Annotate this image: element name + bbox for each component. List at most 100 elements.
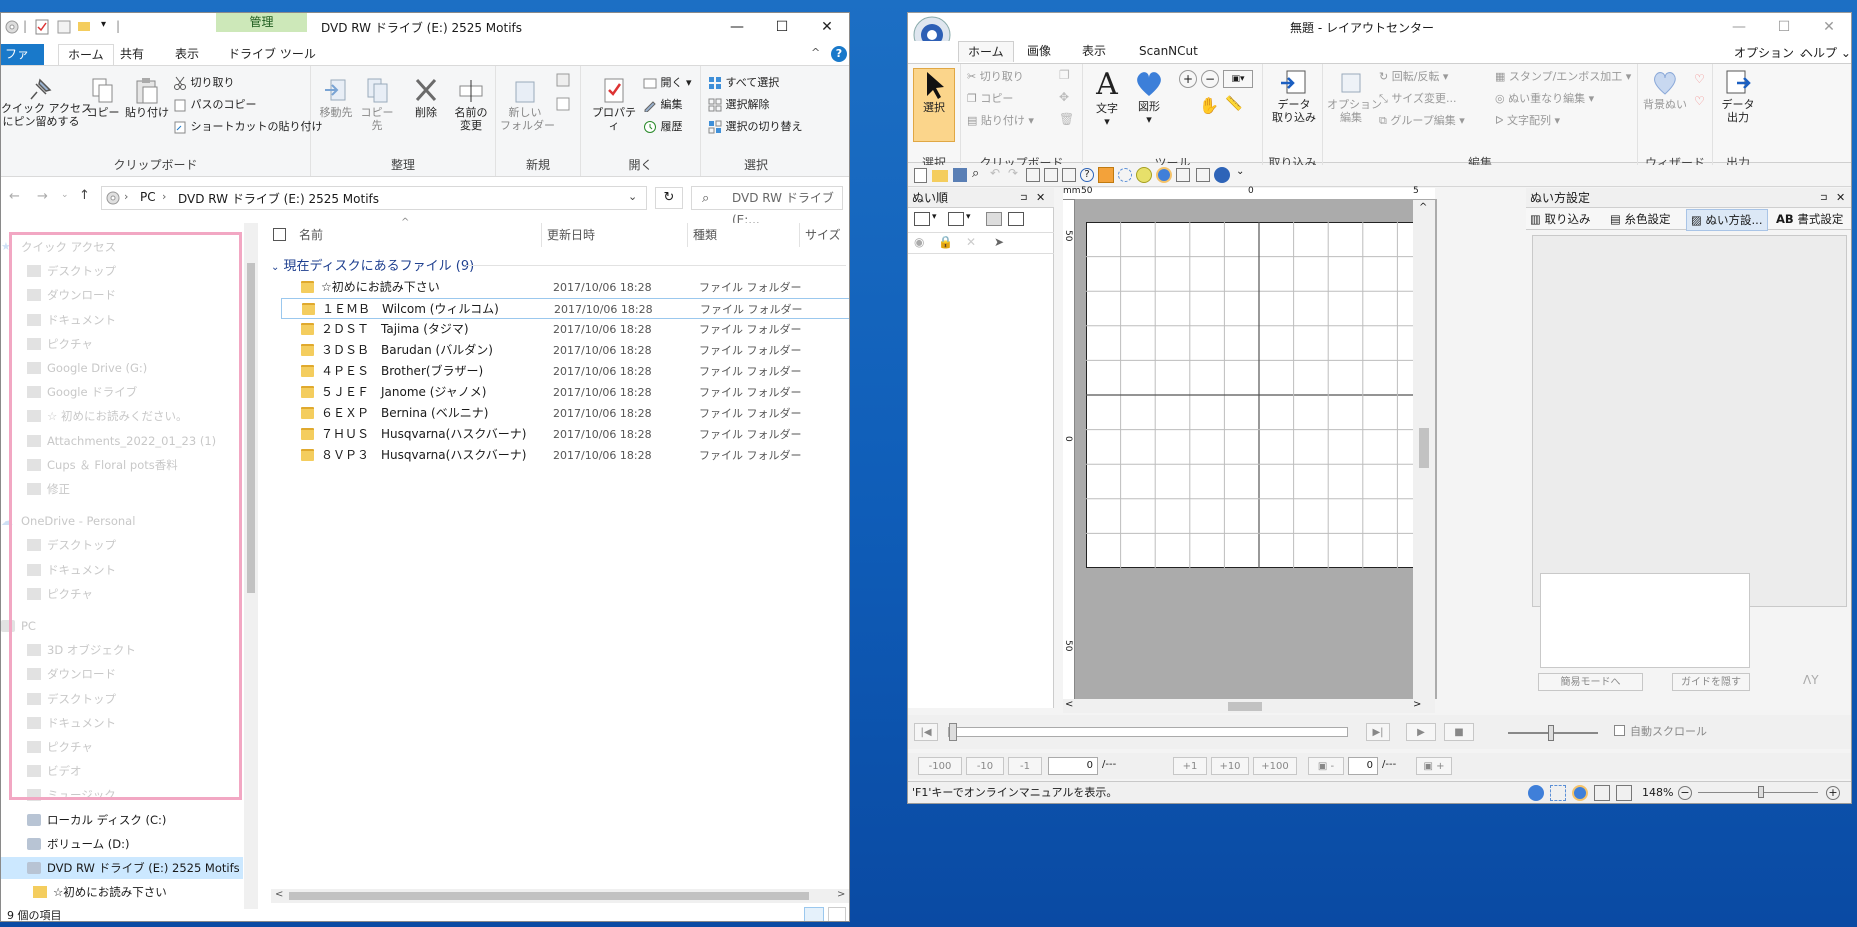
- stitch-progress-slider[interactable]: [948, 723, 1348, 741]
- history-button[interactable]: 履歴: [643, 118, 683, 136]
- recent-locations-icon[interactable]: ⌄: [61, 190, 69, 200]
- pointer-icon[interactable]: ➤: [994, 235, 1004, 249]
- group-collapse-icon[interactable]: ⌄: [271, 262, 279, 273]
- zoom-icon[interactable]: ⌕: [972, 166, 979, 181]
- new-item-icon[interactable]: [554, 72, 576, 90]
- stitch-progress-handle[interactable]: [949, 723, 957, 741]
- file-row[interactable]: ５ＪＥＦ Janome (ジャノメ) 2017/10/06 18:28 ファイル フ…: [281, 382, 849, 403]
- file-hscroll-thumb[interactable]: [289, 892, 809, 900]
- blue-circle-icon[interactable]: [1214, 167, 1230, 183]
- delete-x-icon[interactable]: ✕: [966, 235, 976, 249]
- hoop-grid[interactable]: [1086, 222, 1432, 568]
- speed-slider[interactable]: [1508, 725, 1598, 741]
- column-date[interactable]: 更新日時: [541, 223, 595, 247]
- print-preview-icon[interactable]: [1616, 785, 1632, 801]
- properties-qat-icon[interactable]: [35, 19, 49, 35]
- speed-slider-handle[interactable]: [1548, 725, 1554, 741]
- zoom-in-icon[interactable]: +: [1179, 70, 1197, 88]
- help-menu[interactable]: ヘルプ ⌄: [1801, 44, 1851, 61]
- copy-path-button[interactable]: パスのコピー: [173, 96, 257, 114]
- measure-icon[interactable]: 📏: [1225, 96, 1242, 112]
- duplicate-icon[interactable]: ❐: [1059, 68, 1070, 82]
- file-row[interactable]: ８ＶＰ３ Husqvarna(ハスクバーナ) 2017/10/06 18:28 ファ…: [281, 445, 849, 466]
- text-tool-button[interactable]: A 文字 ▾: [1087, 68, 1127, 129]
- delete-button[interactable]: 削除: [406, 76, 446, 119]
- easy-access-icon[interactable]: [554, 96, 576, 114]
- stop-icon[interactable]: ■: [1444, 723, 1474, 741]
- mirror-duplicate-icon[interactable]: ✥: [1059, 90, 1069, 104]
- preview-icon[interactable]: [1176, 168, 1190, 182]
- lc-paste-button[interactable]: ▤ 貼り付け ▾: [967, 112, 1034, 130]
- close-pane-icon[interactable]: ✕: [1036, 188, 1045, 208]
- minimize-button[interactable]: —: [726, 18, 748, 36]
- tab-format[interactable]: AB 書式設定: [1776, 211, 1843, 227]
- eye-icon[interactable]: ◉: [914, 235, 924, 249]
- step-plus-100-button[interactable]: +100: [1253, 757, 1297, 775]
- frame-icon[interactable]: [1026, 168, 1040, 182]
- invert-selection-button[interactable]: 選択の切り替え: [708, 118, 803, 136]
- stitch-number-input[interactable]: 0: [1048, 757, 1098, 775]
- play-icon[interactable]: ▶: [1406, 723, 1436, 741]
- select-all-button[interactable]: すべて選択: [708, 74, 779, 92]
- large-icons-view-icon[interactable]: [828, 907, 846, 921]
- column-type[interactable]: 種類: [687, 223, 717, 247]
- select-all-checkbox[interactable]: [273, 228, 286, 241]
- print-icon[interactable]: [1196, 168, 1210, 182]
- lc-tab-image[interactable]: 画像: [1018, 41, 1060, 62]
- copy-button[interactable]: コピー: [83, 76, 123, 119]
- manage-context-tab[interactable]: 管理: [216, 13, 307, 32]
- paste-button[interactable]: 貼り付け: [125, 76, 169, 119]
- go-end-icon[interactable]: ▶|: [1366, 723, 1390, 741]
- pin-pane-icon[interactable]: ⊐: [1020, 188, 1028, 208]
- column-size[interactable]: サイズ: [799, 223, 841, 247]
- file-row[interactable]: ６ＥＸＰ Bernina (ベルニナ) 2017/10/06 18:28 ファイル …: [281, 403, 849, 424]
- tab-share[interactable]: 共有: [111, 44, 153, 65]
- step-minus-10-button[interactable]: -10: [966, 757, 1004, 775]
- maximize-button[interactable]: ☐: [771, 18, 793, 36]
- tab-thread-color[interactable]: ▤ 糸色設定: [1610, 211, 1671, 227]
- folder-qat-icon[interactable]: [77, 19, 91, 33]
- group-header[interactable]: ⌄ 現在ディスクにあるファイル (9): [271, 255, 474, 274]
- file-row[interactable]: ２ＤＳＴ Tajima (タジマ) 2017/10/06 18:28 ファイル フォ…: [281, 319, 849, 340]
- tab-view[interactable]: 表示: [166, 44, 208, 65]
- address-pc[interactable]: PC: [140, 190, 156, 204]
- step-minus-100-button[interactable]: -100: [918, 757, 962, 775]
- tab-sewing-method[interactable]: ▨ ぬい方設...: [1686, 209, 1768, 231]
- select-frame-icon[interactable]: [914, 212, 930, 226]
- frame3-icon[interactable]: [1062, 168, 1076, 182]
- options-menu[interactable]: オプション ⌄: [1734, 44, 1808, 61]
- frame2-icon[interactable]: [1044, 168, 1058, 182]
- file-row[interactable]: ３ＤＳＢ Barudan (バルダン) 2017/10/06 18:28 ファイル …: [281, 340, 849, 361]
- back-arrow-icon[interactable]: ←: [9, 189, 20, 204]
- help-q-icon[interactable]: ?: [1080, 168, 1094, 182]
- frame-view-icon[interactable]: [1008, 212, 1024, 226]
- help-icon[interactable]: ?: [831, 46, 847, 62]
- select-none-button[interactable]: 選択解除: [708, 96, 770, 114]
- lc-maximize-button[interactable]: ☐: [1773, 18, 1795, 36]
- edit-button[interactable]: 編集: [643, 96, 683, 114]
- zoom-out-icon[interactable]: −: [1201, 70, 1219, 88]
- canvas-hscrollbar[interactable]: < >: [1063, 699, 1435, 713]
- collapse-ribbon-icon[interactable]: ^: [811, 46, 820, 59]
- file-hscrollbar[interactable]: < >: [271, 889, 849, 903]
- close-button[interactable]: ✕: [816, 18, 838, 36]
- group-order-icon[interactable]: [948, 212, 964, 226]
- color-sort-icon[interactable]: [986, 212, 1002, 226]
- lock-icon[interactable]: 🔒: [938, 235, 953, 249]
- address-current[interactable]: DVD RW ドライブ (E:) 2525 Motifs: [178, 190, 379, 207]
- scroll-up-icon[interactable]: ^: [1419, 202, 1427, 213]
- view-mode-icon[interactable]: [1550, 785, 1566, 801]
- lc-cut-button[interactable]: ✂ 切り取り: [967, 68, 1024, 86]
- color-number-input[interactable]: 0: [1348, 757, 1378, 775]
- design-canvas[interactable]: [1075, 199, 1437, 699]
- undo-icon[interactable]: ↶: [990, 166, 1000, 180]
- stitch-view-icon[interactable]: [1156, 167, 1172, 183]
- scroll-left-icon[interactable]: <: [275, 889, 283, 900]
- tab-import[interactable]: ▥ 取り込み: [1530, 211, 1591, 227]
- lc-select-button[interactable]: 選択: [913, 68, 955, 142]
- canvas-hscroll-thumb[interactable]: [1228, 702, 1262, 711]
- dropdown-icon[interactable]: ▾: [932, 212, 937, 222]
- step-minus-1-button[interactable]: -1: [1008, 757, 1042, 775]
- details-view-icon[interactable]: [804, 907, 824, 921]
- dotted-circle-icon[interactable]: [1118, 168, 1132, 182]
